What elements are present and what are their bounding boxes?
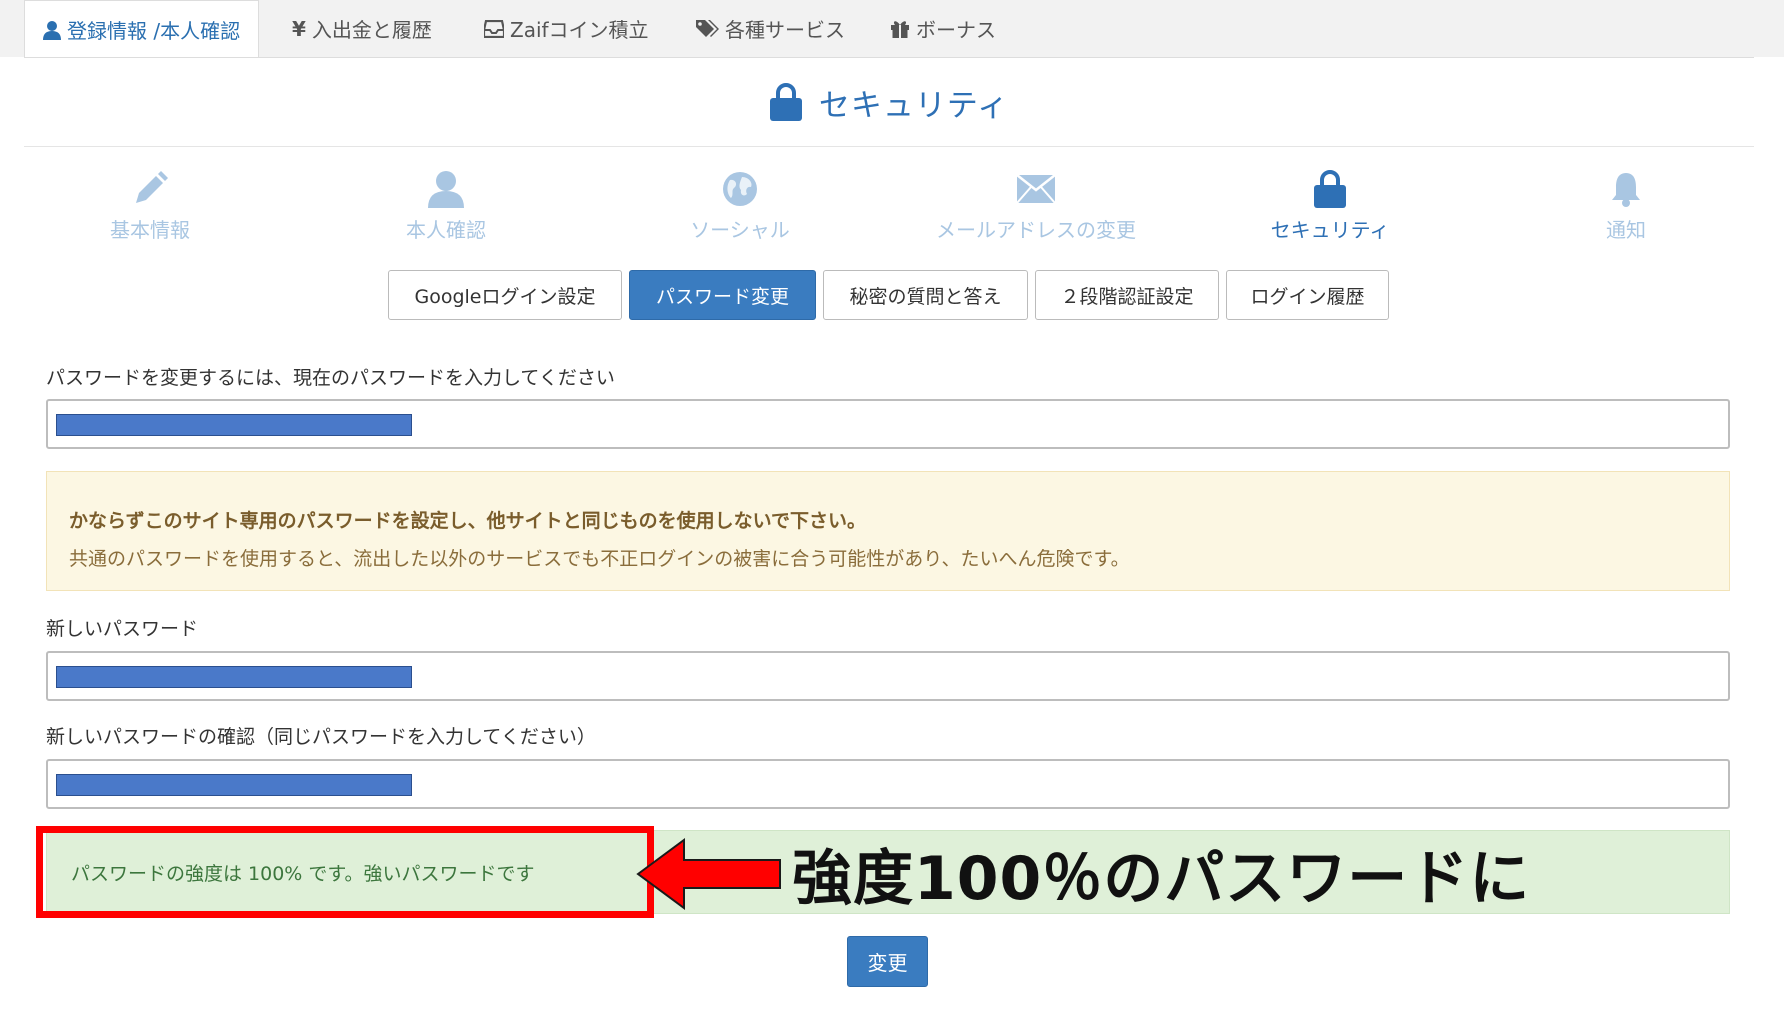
section-label: 通知 (1606, 218, 1646, 242)
confirm-password-field[interactable] (46, 759, 1730, 809)
tags-icon (696, 19, 719, 37)
section-identity[interactable]: 本人確認 (331, 168, 561, 243)
annotation-arrow-icon (636, 838, 781, 910)
change-submit-button[interactable]: 変更 (847, 936, 928, 987)
warning-detail-text: 共通のパスワードを使用すると、流出した以外のサービスでも不正ログインの被害に合う… (69, 548, 1130, 570)
section-label: メールアドレスの変更 (936, 218, 1136, 242)
annotation-text: 強度100％のパスワードに (792, 844, 1531, 914)
new-password-label: 新しいパスワード (46, 618, 199, 640)
yen-icon: ¥ (292, 16, 306, 41)
new-password-field[interactable] (46, 651, 1730, 701)
security-subtabs: Googleログイン設定 パスワード変更 秘密の質問と答え ２段階認証設定 ログ… (24, 270, 1754, 322)
lock-icon (1314, 170, 1346, 208)
tab-services[interactable]: 各種サービス (695, 0, 845, 57)
top-tab-bar: 登録情報 /本人確認 ¥ 入出金と履歴 Zaifコイン積立 各種サービス ボーナ… (0, 0, 1784, 58)
subtab-google-login[interactable]: Googleログイン設定 (388, 270, 622, 320)
section-label: 基本情報 (110, 218, 190, 242)
current-password-field[interactable] (46, 399, 1730, 449)
tab-label: 各種サービス (725, 18, 845, 42)
current-password-label: パスワードを変更するには、現在のパスワードを入力してください (46, 367, 615, 389)
tab-label: Zaifコイン積立 (510, 18, 649, 42)
pencil-icon (136, 171, 168, 203)
subtab-password-change[interactable]: パスワード変更 (629, 270, 816, 320)
annotation-highlight-box (36, 826, 654, 918)
section-nav: 基本情報 本人確認 ソーシャル メールアドレスの変更 セキュリティ 通知 (24, 168, 1754, 268)
redaction-bar (56, 666, 412, 688)
envelope-icon (1017, 175, 1055, 203)
section-social[interactable]: ソーシャル (625, 168, 855, 243)
tab-label: ボーナス (916, 18, 996, 42)
section-label: ソーシャル (690, 218, 790, 242)
redaction-bar (56, 774, 412, 796)
section-label: セキュリティ (1270, 218, 1390, 242)
redaction-bar (56, 414, 412, 436)
tab-coin-savings[interactable]: Zaifコイン積立 (484, 0, 649, 57)
subtab-secret-question[interactable]: 秘密の質問と答え (823, 270, 1028, 320)
section-label: 本人確認 (406, 218, 486, 242)
lock-icon (769, 83, 802, 121)
section-security[interactable]: セキュリティ (1215, 168, 1445, 243)
subtab-two-factor[interactable]: ２段階認証設定 (1035, 270, 1219, 320)
warning-alert: かならずこのサイト専用のパスワードを設定し、他サイトと同じものを使用しないで下さ… (46, 471, 1730, 591)
user-icon (43, 20, 61, 40)
gift-icon (891, 20, 909, 38)
section-notification[interactable]: 通知 (1511, 168, 1741, 243)
user-icon (428, 171, 464, 208)
content-panel: セキュリティ 基本情報 本人確認 ソーシャル メールアドレスの変更 セキュリティ… (24, 58, 1754, 1030)
subtab-login-history[interactable]: ログイン履歴 (1226, 270, 1389, 320)
globe-icon (723, 172, 757, 206)
tab-bonus[interactable]: ボーナス (890, 0, 996, 57)
bell-icon (1612, 173, 1640, 207)
tab-deposit-history[interactable]: ¥ 入出金と履歴 (292, 0, 432, 57)
page-header: セキュリティ (24, 58, 1754, 147)
inbox-icon (484, 19, 504, 38)
section-email-change[interactable]: メールアドレスの変更 (921, 168, 1151, 243)
tab-label: 入出金と履歴 (311, 18, 432, 42)
tab-label: 登録情報 /本人確認 (67, 19, 241, 43)
tab-registration[interactable]: 登録情報 /本人確認 (24, 0, 260, 58)
confirm-password-label: 新しいパスワードの確認（同じパスワードを入力してください） (46, 726, 596, 748)
section-basic-info[interactable]: 基本情報 (35, 168, 265, 243)
warning-strong-text: かならずこのサイト専用のパスワードを設定し、他サイトと同じものを使用しないで下さ… (69, 510, 867, 532)
page-title: セキュリティ (818, 87, 1010, 124)
